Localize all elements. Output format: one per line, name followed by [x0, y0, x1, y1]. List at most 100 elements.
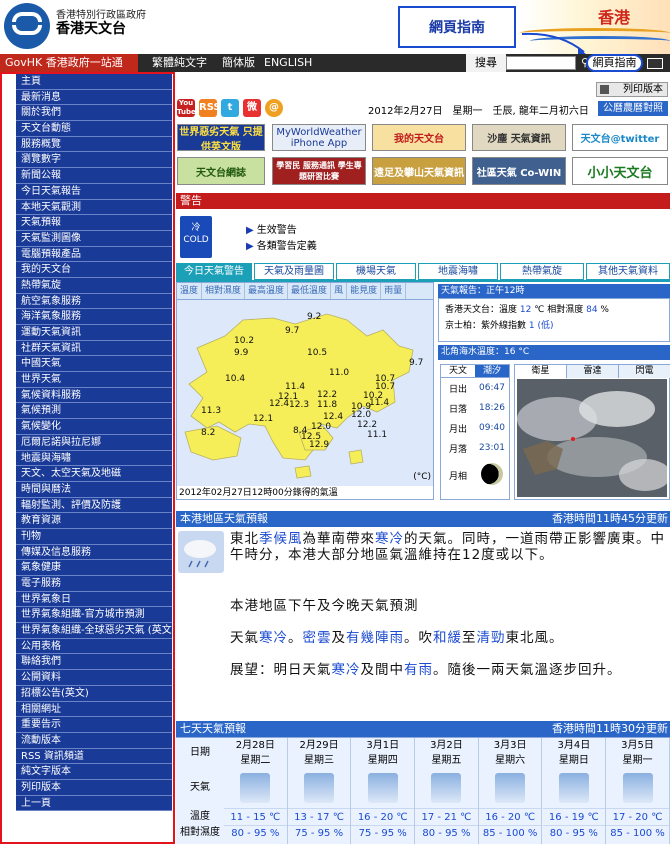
- rss-icon[interactable]: RSS: [199, 99, 221, 117]
- sidebar-item[interactable]: 最新消息: [16, 89, 172, 106]
- banner-co-win[interactable]: 社區天氣 Co-WIN: [472, 157, 566, 185]
- weather-icon[interactable]: [304, 773, 335, 803]
- map-subtab[interactable]: 最低溫度: [288, 283, 332, 299]
- tab-today-warning[interactable]: 今日天氣警告: [176, 263, 252, 280]
- glossary-link[interactable]: 寒冷: [375, 531, 404, 547]
- sidebar-item[interactable]: 地震與海嘯: [16, 450, 172, 467]
- glossary-link[interactable]: 有雨: [404, 662, 433, 678]
- tab-radar[interactable]: 雷達: [567, 365, 619, 378]
- banner-twitter[interactable]: 天文台@twitter: [572, 124, 668, 151]
- govhk-link[interactable]: GovHK 香港政府一站通: [0, 54, 138, 72]
- sidebar-item[interactable]: 我的天文台: [16, 262, 172, 278]
- sidebar-item[interactable]: 傳媒及信息服務: [16, 544, 172, 561]
- map-subtab[interactable]: 相對濕度: [202, 283, 246, 299]
- sidebar-item[interactable]: RSS 資訊頻道: [16, 748, 172, 765]
- smile-icon[interactable]: @: [265, 99, 283, 117]
- tab-airport-weather[interactable]: 機場天氣: [336, 263, 416, 280]
- sidebar-item[interactable]: 公開資料: [16, 670, 172, 686]
- sidebar-item[interactable]: 天文、太空天氣及地磁: [16, 466, 172, 482]
- site-guide-button[interactable]: 網頁指南: [586, 54, 643, 72]
- glossary-link[interactable]: 季候風: [259, 531, 303, 547]
- sidebar-item[interactable]: 上一頁: [16, 795, 172, 812]
- sidebar-item[interactable]: 主頁: [16, 74, 172, 90]
- lang-trad-text-link[interactable]: 繁體純文字: [152, 54, 207, 72]
- tab-astronomy[interactable]: 天文: [441, 365, 475, 378]
- sidebar-item[interactable]: 相關網址: [16, 701, 172, 718]
- glossary-link[interactable]: 清勁: [477, 630, 506, 646]
- print-button[interactable]: 列印版本: [596, 82, 668, 97]
- sidebar-item[interactable]: 輻射監測、評價及防護: [16, 497, 172, 514]
- tab-satellite[interactable]: 衛星: [515, 365, 567, 378]
- weibo-icon[interactable]: 微: [243, 99, 261, 117]
- sidebar-item[interactable]: 天氣預報: [16, 215, 172, 231]
- sidebar-item[interactable]: 本地天氣觀測: [16, 199, 172, 216]
- sidebar-item[interactable]: 刊物: [16, 528, 172, 545]
- lang-simp-link[interactable]: 簡体版: [222, 54, 255, 72]
- hko-logo[interactable]: [4, 3, 50, 49]
- sidebar-item[interactable]: 瀏覽數字: [16, 152, 172, 169]
- weather-icon[interactable]: [495, 773, 526, 803]
- observatory-name[interactable]: 香港天文台: [56, 18, 126, 38]
- tab-other-weather[interactable]: 其他天氣資料: [586, 263, 670, 280]
- map-subtab[interactable]: 能見度: [347, 283, 382, 299]
- sidebar-item[interactable]: 時間與曆法: [16, 481, 172, 498]
- weather-icon[interactable]: [240, 773, 271, 803]
- weather-icon[interactable]: [431, 773, 462, 803]
- sidebar-item[interactable]: 今日天氣報告: [16, 183, 172, 200]
- sidebar-item[interactable]: 列印版本: [16, 779, 172, 796]
- map-subtab[interactable]: 雨量: [381, 283, 407, 299]
- uv-level[interactable]: (低): [538, 321, 554, 331]
- tab-weather-rain-map[interactable]: 天氣及雨量圖: [254, 263, 334, 280]
- sidebar-item[interactable]: 氣候變化: [16, 419, 172, 435]
- sidebar-item[interactable]: 天氣監測圖像: [16, 230, 172, 247]
- sidebar-item[interactable]: 關於我們: [16, 105, 172, 122]
- banner-little-observatory[interactable]: 小小天文台: [572, 157, 668, 185]
- glossary-link[interactable]: 密雲: [303, 630, 332, 646]
- tab-tide[interactable]: 潮汐: [475, 365, 509, 378]
- sidebar-item[interactable]: 中國天氣: [16, 356, 172, 373]
- tab-earthquake-tsunami[interactable]: 地震海嘯: [418, 263, 498, 280]
- sidebar-item[interactable]: 航空氣象服務: [16, 293, 172, 310]
- sidebar-item[interactable]: 電子服務: [16, 576, 172, 592]
- sidebar-item[interactable]: 熱帶氣旋: [16, 277, 172, 294]
- sidebar-item[interactable]: 純文字版本: [16, 764, 172, 780]
- sidebar-item[interactable]: 流動版本: [16, 732, 172, 749]
- sidebar-item[interactable]: 海洋氣象服務: [16, 309, 172, 325]
- sidebar-item[interactable]: 重要告示: [16, 717, 172, 733]
- sidebar-item[interactable]: 厄爾尼諾與拉尼娜: [16, 434, 172, 451]
- sidebar-item[interactable]: 氣候預測: [16, 403, 172, 420]
- search-input[interactable]: [506, 56, 576, 70]
- banner-my-observatory[interactable]: 我的天文台: [372, 124, 466, 151]
- sidebar-item[interactable]: 天文台動態: [16, 121, 172, 137]
- weather-icon[interactable]: [367, 773, 398, 803]
- sidebar-item[interactable]: 新聞公報: [16, 168, 172, 184]
- weather-icon[interactable]: [622, 773, 653, 803]
- youtube-icon[interactable]: You Tube: [177, 99, 196, 117]
- sidebar-item[interactable]: 運動天氣資訊: [16, 325, 172, 341]
- sidebar-item[interactable]: 電腦預報產品: [16, 246, 172, 263]
- hk-temperature-map[interactable]: 9.2 10.2 9.9 9.7 10.5 9.7 10.4 11.0 10.7 11.4 12.1…: [177, 300, 433, 486]
- banner-dust-info[interactable]: 沙塵 天氣資訊: [472, 124, 566, 151]
- sidebar-item[interactable]: 氣象健康: [16, 560, 172, 576]
- lang-en-link[interactable]: ENGLISH: [264, 54, 312, 72]
- sidebar-item[interactable]: 服務概覽: [16, 136, 172, 153]
- map-subtab[interactable]: 溫度: [177, 283, 203, 299]
- weather-icon[interactable]: [558, 773, 589, 803]
- glossary-link[interactable]: 和緩: [433, 630, 462, 646]
- glossary-link[interactable]: 有幾陣雨: [346, 630, 404, 646]
- glossary-link[interactable]: 寒冷: [332, 662, 361, 678]
- sidebar-item[interactable]: 世界氣象組織-官方城市預測: [16, 607, 172, 624]
- warning-definitions-link[interactable]: ▶ 各類警告定義: [246, 237, 317, 252]
- mail-icon[interactable]: [647, 58, 663, 69]
- banner-hiking[interactable]: 遠足及攀山天氣資訊: [372, 157, 466, 185]
- cold-warning-icon[interactable]: 冷 COLD: [180, 216, 212, 258]
- banner-myworldweather[interactable]: MyWorldWeather iPhone App: [272, 124, 366, 151]
- banner-student-project[interactable]: 學習民 服務通訊 學生專題研習比賽: [272, 157, 366, 185]
- tab-tropical-cyclone[interactable]: 熱帶氣旋: [500, 263, 584, 280]
- active-warnings-link[interactable]: ▶ 生效警告: [246, 221, 297, 236]
- map-subtab[interactable]: 最高溫度: [245, 283, 289, 299]
- twitter-icon[interactable]: t: [221, 99, 239, 117]
- sidebar-item[interactable]: 聯絡我們: [16, 654, 172, 671]
- sidebar-item[interactable]: 招標公告(英文): [16, 685, 172, 702]
- banner-blog[interactable]: 天文台網誌: [177, 157, 265, 185]
